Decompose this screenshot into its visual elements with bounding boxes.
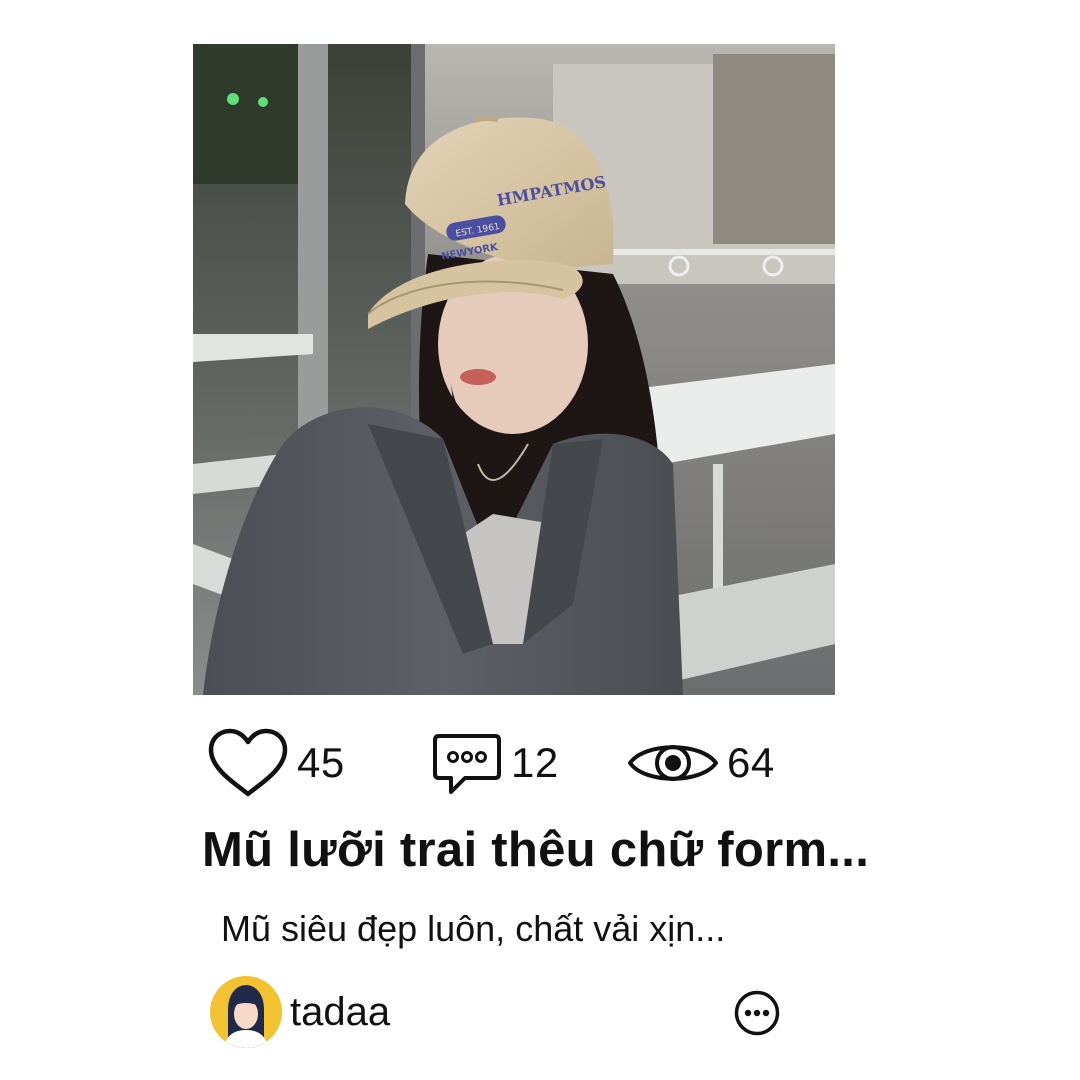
like-count: 45: [297, 739, 345, 786]
more-icon: [734, 990, 780, 1040]
avatar[interactable]: [210, 976, 282, 1048]
comment-button[interactable]: 12: [431, 728, 559, 798]
views-indicator: 64: [627, 728, 775, 798]
like-button[interactable]: 45: [207, 728, 345, 798]
post-description: Mũ siêu đẹp luôn, chất vải xịn...: [221, 908, 726, 949]
eye-icon: [627, 736, 719, 790]
view-count: 64: [727, 739, 775, 786]
comment-count: 12: [511, 739, 559, 786]
post-stats: 45 12 64: [0, 728, 1080, 798]
author-username[interactable]: tadaa: [290, 990, 390, 1035]
post-title[interactable]: Mũ lưỡi trai thêu chữ form...: [202, 822, 902, 878]
author-profile[interactable]: tadaa: [210, 976, 390, 1048]
more-options-button[interactable]: [734, 990, 780, 1036]
post-image[interactable]: HMPATMOS EST. 1961 NEWYORK: [193, 44, 835, 695]
comment-icon: [431, 730, 503, 796]
heart-icon: [207, 728, 289, 798]
